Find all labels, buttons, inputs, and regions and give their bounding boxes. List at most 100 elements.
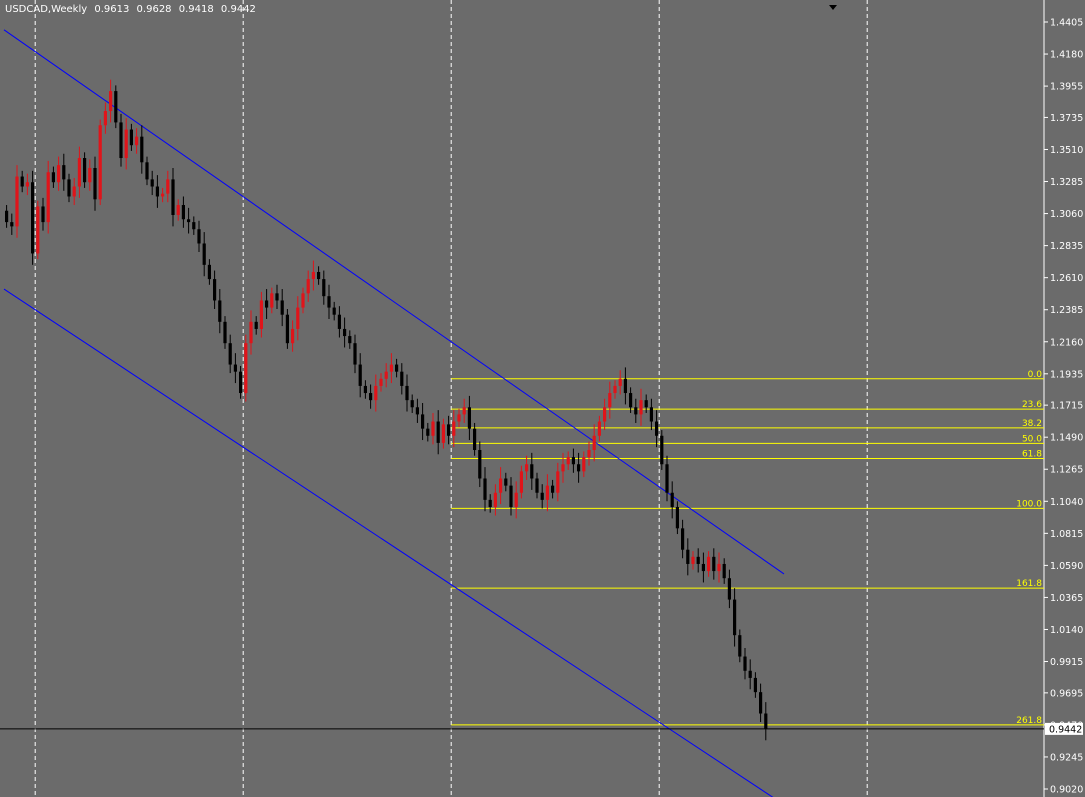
candle-body-29 — [155, 186, 159, 197]
candle-body-92 — [483, 478, 487, 500]
candle-body-50 — [265, 300, 269, 308]
candle-body-68 — [358, 364, 362, 386]
candle-body-96 — [504, 478, 508, 486]
candle-body-43 — [228, 343, 232, 365]
candle-body-128 — [670, 492, 674, 507]
candle-body-134 — [701, 563, 705, 572]
candle-body-23 — [124, 129, 128, 159]
price-tick-label-17: 1.0590 — [1050, 561, 1083, 572]
candle-body-39 — [207, 264, 211, 280]
candle-body-62 — [327, 296, 331, 308]
candle-body-124 — [649, 407, 653, 422]
candle-body-132 — [691, 556, 695, 564]
candle-body-27 — [145, 162, 149, 180]
price-tick-label-1: 1.4180 — [1050, 50, 1083, 61]
candle-body-51 — [270, 293, 274, 308]
candle-body-136 — [712, 556, 716, 572]
fibo-label-100.0: 100.0 — [1016, 499, 1042, 509]
price-tick-label-14: 1.1265 — [1050, 465, 1083, 476]
candle-body-28 — [150, 179, 154, 187]
candle-body-111 — [582, 457, 586, 472]
candle-body-34 — [181, 205, 185, 220]
candle-body-33 — [176, 205, 180, 215]
candle-body-17 — [93, 167, 97, 200]
candle-body-53 — [280, 300, 284, 315]
fibo-label-161.8: 161.8 — [1016, 579, 1042, 589]
candle-body-21 — [114, 91, 118, 123]
candle-body-110 — [577, 464, 581, 472]
chart-background — [0, 0, 1085, 797]
symbol-label: USDCAD,Weekly — [5, 4, 88, 15]
candle-body-112 — [587, 450, 591, 458]
price-tick-label-15: 1.1040 — [1050, 497, 1083, 508]
candle-body-86 — [452, 421, 456, 436]
price-tick-label-0: 1.4405 — [1050, 18, 1083, 29]
candle-body-122 — [639, 400, 643, 415]
candle-body-126 — [660, 435, 664, 465]
price-tick-label-12: 1.1715 — [1050, 401, 1083, 412]
candle-body-8 — [46, 172, 50, 223]
candle-body-41 — [218, 300, 222, 322]
candle-body-140 — [733, 599, 737, 636]
candle-body-48 — [254, 321, 258, 329]
candle-body-52 — [275, 293, 279, 301]
candle-body-142 — [743, 656, 747, 671]
candle-body-42 — [223, 321, 227, 344]
candle-body-25 — [135, 136, 139, 146]
candle-body-67 — [353, 343, 357, 365]
candle-body-59 — [311, 271, 315, 280]
candle-body-57 — [301, 293, 305, 308]
candle-body-117 — [613, 385, 617, 394]
candle-body-45 — [239, 371, 243, 394]
candle-body-19 — [103, 111, 107, 126]
candle-body-101 — [530, 464, 534, 479]
candle-body-1 — [10, 222, 14, 227]
candle-body-102 — [535, 478, 539, 493]
candle-body-22 — [119, 122, 123, 159]
candle-body-76 — [400, 371, 404, 386]
candle-body-137 — [717, 563, 721, 572]
candle-body-7 — [41, 206, 45, 223]
candle-body-123 — [644, 400, 648, 408]
candle-body-93 — [488, 499, 492, 507]
candle-body-26 — [140, 136, 144, 163]
candle-body-143 — [748, 670, 752, 678]
price-tick-label-23: 0.9245 — [1050, 752, 1083, 763]
candle-body-139 — [727, 578, 731, 600]
candle-body-6 — [36, 206, 40, 254]
candle-body-63 — [332, 307, 336, 315]
chart-window[interactable]: 1.4405 1.4180 1.3955 1.3735 1.3510 1.3285 1.30… — [0, 0, 1085, 797]
candle-body-18 — [98, 125, 102, 200]
close-value: 0.9442 — [220, 4, 256, 15]
candle-body-15 — [83, 158, 87, 183]
candle-body-38 — [202, 243, 206, 265]
candle-body-91 — [478, 450, 482, 479]
price-tick-label-11: 1.1935 — [1050, 369, 1083, 380]
candle-body-82 — [431, 421, 435, 436]
candle-body-64 — [337, 314, 341, 329]
candle-body-120 — [629, 393, 633, 408]
candle-body-70 — [369, 393, 373, 401]
candle-body-145 — [759, 692, 763, 714]
price-tick-label-21: 0.9695 — [1050, 688, 1083, 699]
candle-body-106 — [556, 471, 560, 493]
candle-body-60 — [317, 271, 321, 280]
candle-body-78 — [410, 400, 414, 408]
candle-body-130 — [681, 528, 685, 550]
candle-body-20 — [109, 91, 113, 112]
candle-body-72 — [379, 378, 383, 386]
candle-body-14 — [77, 158, 81, 187]
candle-body-36 — [192, 222, 196, 230]
candle-body-4 — [25, 182, 29, 187]
candle-body-3 — [20, 176, 24, 187]
candle-body-47 — [249, 321, 253, 344]
price-chart[interactable]: 1.4405 1.4180 1.3955 1.3735 1.3510 1.3285 1.30… — [0, 0, 1085, 797]
candle-body-141 — [738, 635, 742, 657]
candle-body-11 — [62, 165, 66, 180]
price-tick-label-2: 1.3955 — [1050, 82, 1083, 93]
candle-body-44 — [233, 364, 237, 372]
candle-body-40 — [213, 279, 217, 301]
candle-body-80 — [421, 414, 425, 429]
candle-body-77 — [405, 385, 409, 401]
candle-body-115 — [603, 407, 607, 422]
